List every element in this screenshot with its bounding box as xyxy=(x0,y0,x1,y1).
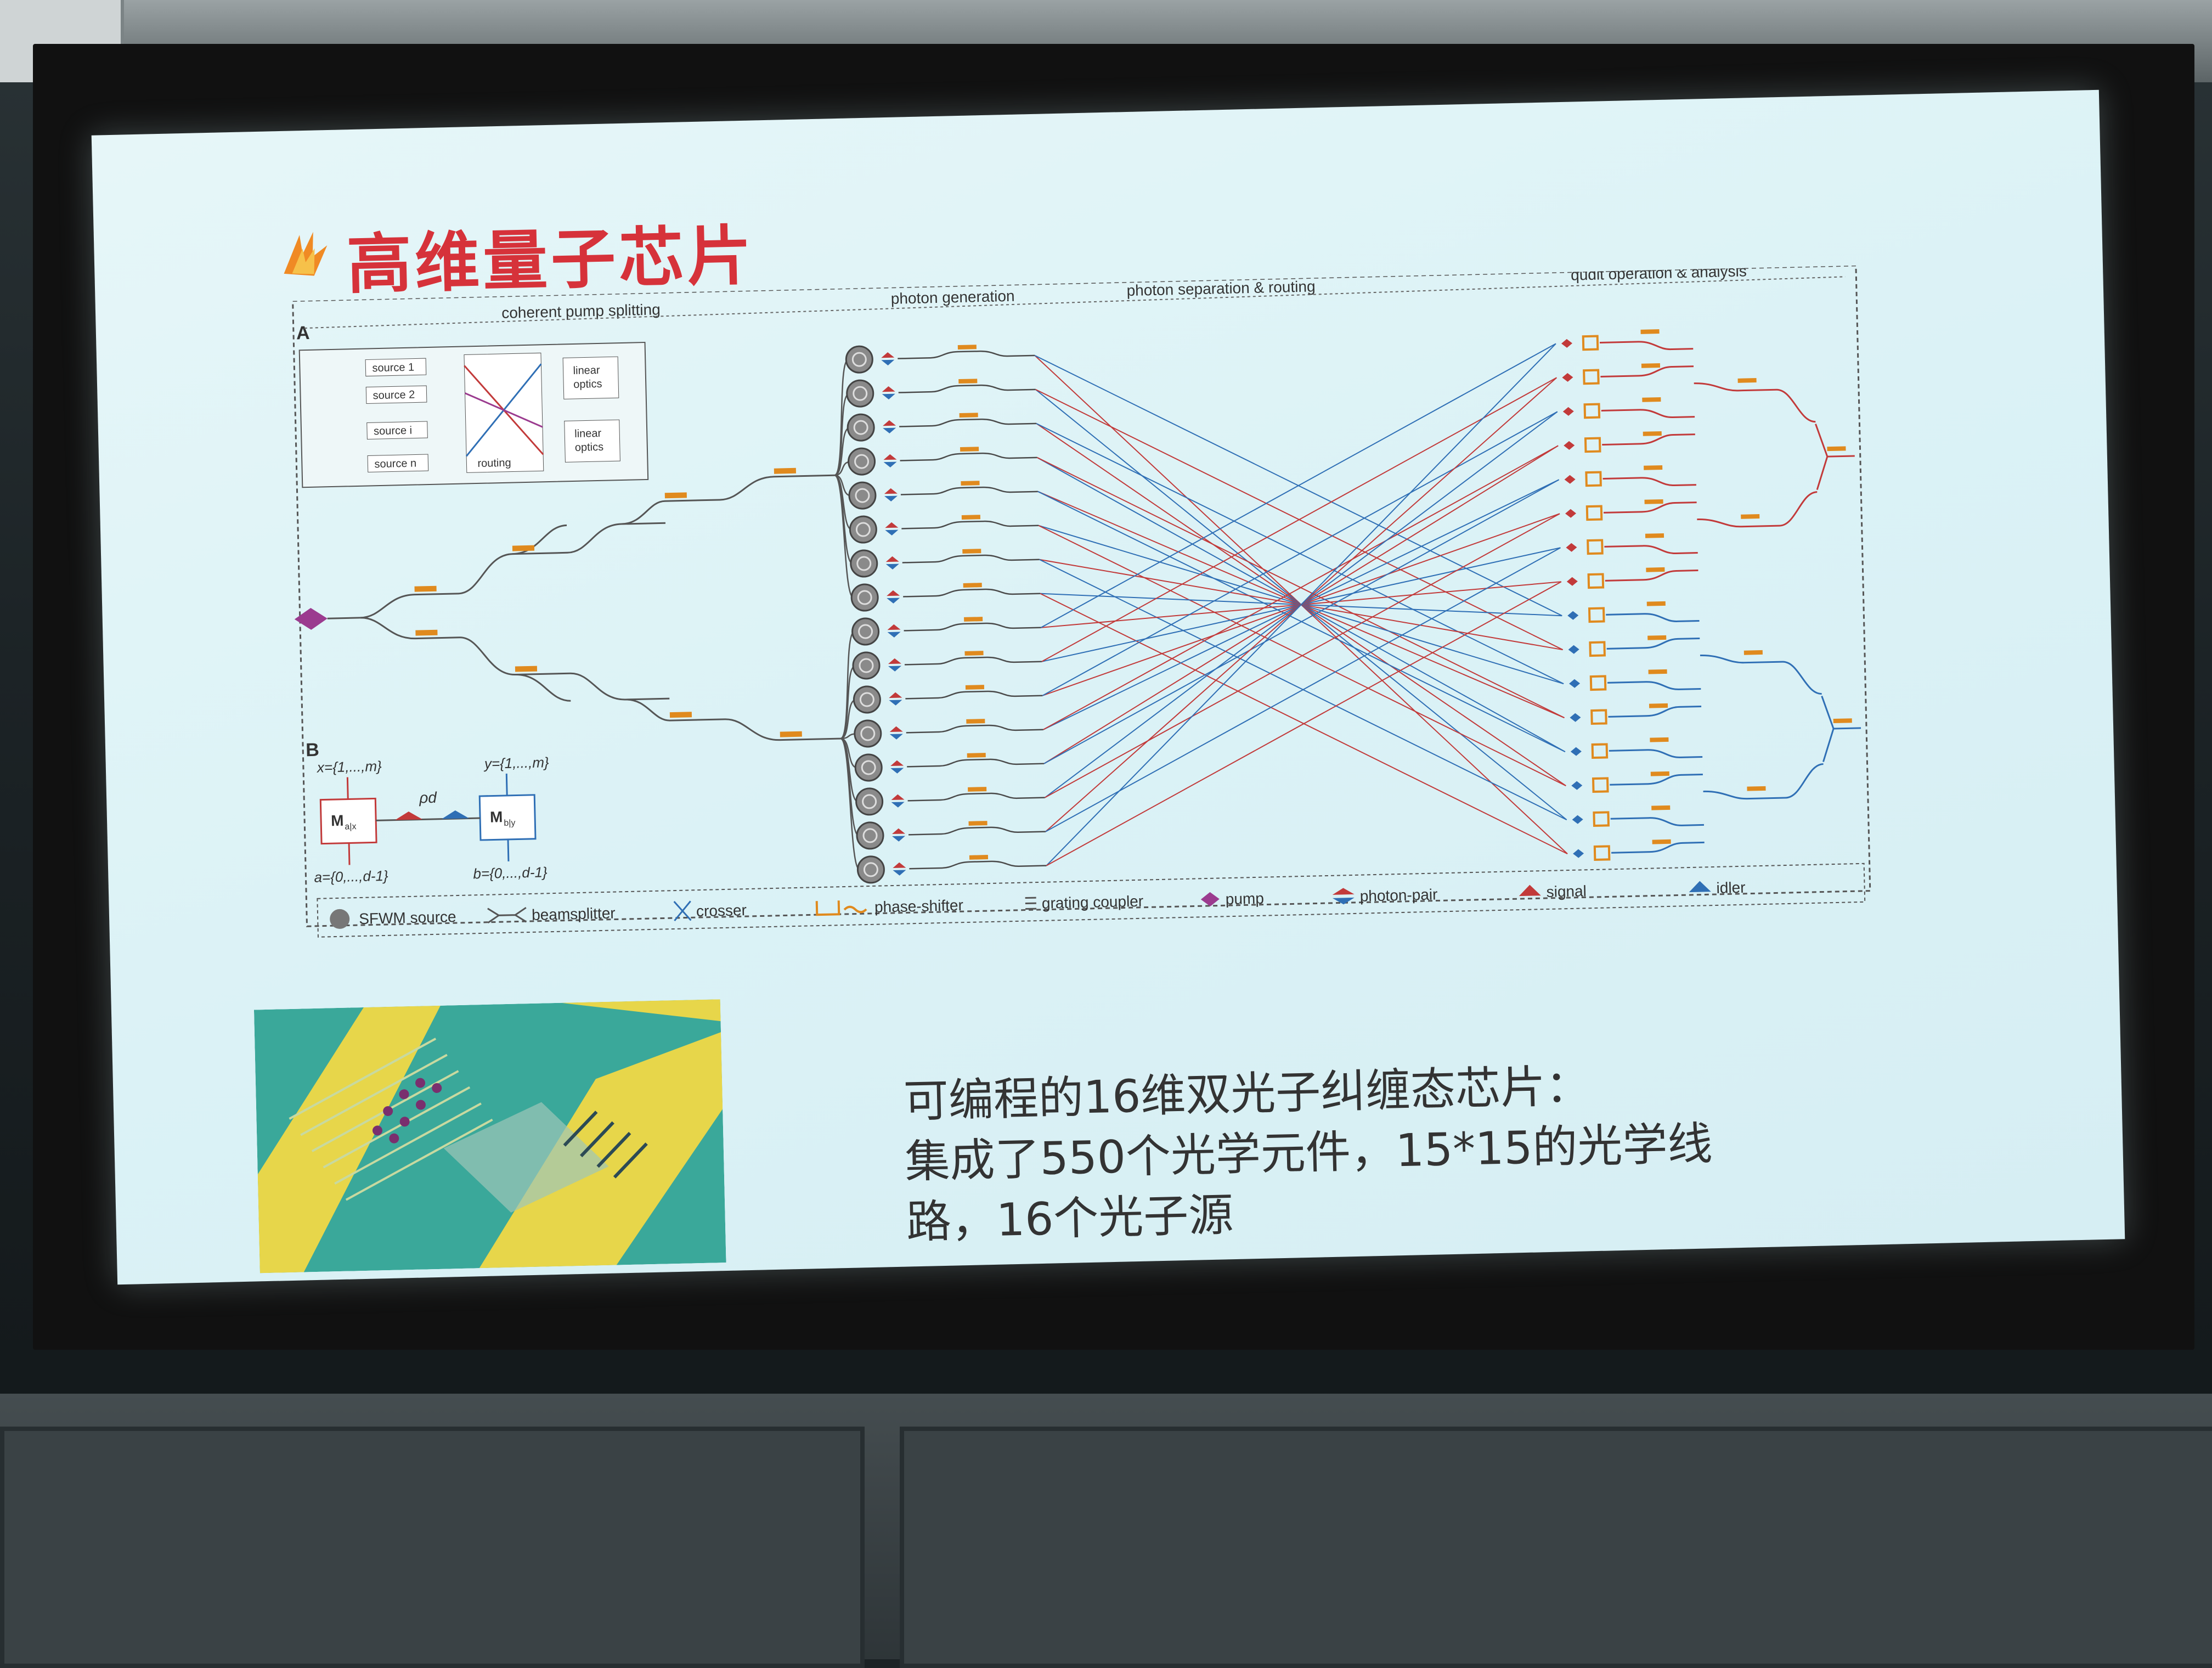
sfwm-source xyxy=(856,819,1046,849)
legend-pump: pump xyxy=(1225,890,1264,908)
inset-source-1: source 1 xyxy=(372,362,414,375)
sfwm-source xyxy=(850,546,1040,577)
idler-icon xyxy=(1689,881,1711,892)
crosser-icon xyxy=(674,901,691,921)
panel-a-label: A xyxy=(296,323,310,344)
sfwm-source-column xyxy=(846,342,1047,883)
legend-sfwm-source: SFWM source xyxy=(359,908,456,927)
svg-text:optics: optics xyxy=(573,378,602,391)
beamsplitter-icon xyxy=(488,908,527,923)
sfwm-source xyxy=(854,683,1043,713)
slide-caption: 可编程的16维双光子纠缠态芯片： 集成了550个光学元件，15*15的光学线 路… xyxy=(903,1051,1839,1253)
chip-photograph xyxy=(254,999,726,1273)
legend-beamsplitter: beamsplitter xyxy=(532,904,616,923)
sfwm-source xyxy=(856,785,1045,815)
sfwm-source xyxy=(848,444,1037,475)
inset-routing-box xyxy=(464,353,544,472)
svg-text:a|x: a|x xyxy=(345,822,356,831)
pump-diamond-icon xyxy=(1201,892,1220,907)
sfwm-source xyxy=(855,751,1045,781)
svg-text:M: M xyxy=(490,808,503,826)
circuit-figure: A coherent pump splitting photon generat… xyxy=(244,263,1987,993)
qudit-analysis-network xyxy=(1561,325,1864,860)
pump-input-icon xyxy=(294,607,328,630)
header-photon-generation: photon generation xyxy=(890,288,1014,307)
panel-b-x-set: x={1,...,m} xyxy=(316,758,382,776)
legend-idler: idler xyxy=(1716,879,1746,897)
panel-b-a-set: a={0,...,d-1} xyxy=(314,867,388,886)
svg-text:linear: linear xyxy=(574,427,602,440)
inset-source-n: source n xyxy=(374,458,416,471)
routing-crossing-network xyxy=(1035,343,1567,865)
sfwm-source xyxy=(847,376,1036,407)
desk-panel-left xyxy=(0,1427,865,1668)
pump-phase-shifters xyxy=(412,468,802,746)
svg-text:M: M xyxy=(331,812,344,830)
legend-photon-pair: photon-pair xyxy=(1359,886,1437,904)
legend-signal: signal xyxy=(1546,882,1587,900)
sfwm-source xyxy=(849,478,1038,509)
sfwm-source xyxy=(852,615,1041,645)
panel-b-measure-right xyxy=(479,795,535,840)
panel-b-y-set: y={1,...,m} xyxy=(483,754,550,772)
svg-text:linear: linear xyxy=(573,364,600,377)
signal-icon xyxy=(1519,884,1541,896)
pump-splitting-tree xyxy=(357,475,840,750)
inset-source-i: source i xyxy=(374,425,413,438)
sfwm-source xyxy=(850,512,1039,543)
grating-coupler-icon xyxy=(1025,898,1036,909)
svg-text:optics: optics xyxy=(575,441,604,454)
legend-crosser: crosser xyxy=(696,901,747,920)
desk-panel-right xyxy=(900,1427,2212,1668)
svg-text:b|y: b|y xyxy=(504,819,515,828)
sfwm-source xyxy=(846,342,1035,373)
legend: SFWM source beamsplitter crosser phase-s… xyxy=(330,877,1746,929)
sfwm-source xyxy=(851,581,1041,611)
sfwm-source xyxy=(848,410,1037,441)
legend-grating-coupler: grating coupler xyxy=(1042,893,1144,912)
phase-shifter-icon xyxy=(817,900,867,915)
inset-routing-label: routing xyxy=(477,457,511,470)
title-flame-icon xyxy=(280,229,331,279)
presentation-slide: 高维量子芯片 A coherent pump splitting photon … xyxy=(92,90,2125,1284)
panel-b-rho: ρd xyxy=(419,789,438,807)
slide-title: 高维量子芯片 xyxy=(346,202,756,306)
photon-pair-icon xyxy=(1332,888,1355,905)
legend-phase-shifter: phase-shifter xyxy=(874,897,964,916)
panel-b-label: B xyxy=(306,740,319,761)
sfwm-source xyxy=(853,649,1042,679)
circuit-diagram: A coherent pump splitting photon generat… xyxy=(244,263,1987,993)
panel-b-measure-left xyxy=(320,798,376,843)
inset-source-2: source 2 xyxy=(373,389,415,402)
sfwm-source xyxy=(857,853,1047,883)
panel-b-b-set: b={0,...,d-1} xyxy=(473,864,548,882)
sfwm-source xyxy=(854,717,1043,747)
